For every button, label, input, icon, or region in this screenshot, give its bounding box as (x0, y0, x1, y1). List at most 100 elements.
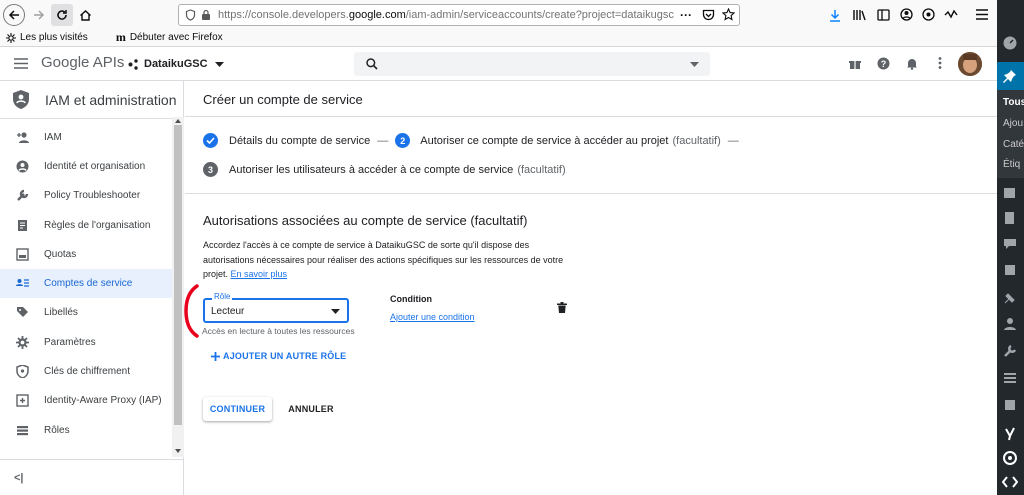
step-3[interactable]: 3 Autoriser les utilisateurs à accéder à… (203, 162, 566, 177)
add-role-label: AJOUTER UN AUTRE RÔLE (223, 351, 347, 361)
learn-more-link[interactable]: En savoir plus (231, 269, 288, 279)
page-actions-icon[interactable]: ··· (680, 8, 692, 22)
pin-icon (1003, 70, 1016, 83)
wp-posts-menu[interactable] (997, 62, 1024, 90)
svg-text:?: ? (881, 59, 887, 69)
gift-icon[interactable] (849, 58, 861, 70)
sidebar-item-comptes-de-service[interactable]: Comptes de service (0, 269, 172, 298)
sidebar-item-label: Policy Troubleshooter (44, 190, 141, 201)
library-icon[interactable] (853, 9, 867, 21)
sidebar-item-r-les[interactable]: Rôles (0, 416, 172, 445)
hamburger-menu-icon[interactable] (976, 9, 988, 20)
sidebar-item-label: Paramètres (44, 337, 96, 348)
cancel-button[interactable]: ANNULER (286, 397, 336, 421)
sidebar-item-libell-s[interactable]: Libellés (0, 298, 172, 327)
wp-settings-icon[interactable] (1002, 370, 1018, 386)
wp-tools-icon[interactable] (1002, 343, 1018, 359)
reload-icon (57, 10, 67, 20)
home-button[interactable] (74, 4, 96, 26)
bookmark-most-visited[interactable]: Les plus visités (6, 32, 102, 43)
pocket-icon[interactable] (702, 9, 715, 21)
continue-button[interactable]: CONTINUER (203, 397, 272, 421)
help-icon[interactable]: ? (877, 57, 890, 70)
wp-media-icon[interactable] (1002, 185, 1018, 201)
logo-google-text: Google (41, 54, 90, 71)
download-icon[interactable] (829, 9, 841, 22)
hamburger-menu-icon[interactable] (14, 58, 28, 69)
roles-icon (17, 426, 28, 436)
project-name: DataikuGSC (144, 58, 208, 70)
role-hint: Accès en lecture à toutes les ressources (202, 326, 355, 336)
wp-submenu-categories[interactable]: Caté (1003, 139, 1024, 150)
arrow-left-icon (8, 10, 19, 20)
wp-circle-icon[interactable] (1002, 450, 1018, 466)
nav-title: IAM et administration (45, 91, 177, 108)
sidebar-item-label: Rôles (44, 425, 70, 436)
wrench-icon (17, 189, 29, 201)
avatar[interactable] (958, 52, 982, 76)
collapse-nav-button[interactable]: <| (14, 472, 24, 484)
activity-icon[interactable] (944, 9, 958, 20)
back-button[interactable] (3, 4, 25, 26)
wp-submenu-all[interactable]: Tous (1003, 97, 1024, 108)
scroll-down-icon[interactable] (175, 449, 181, 453)
bookmark-getting-started[interactable]: m Débuter avec Firefox (116, 30, 237, 45)
sidebar-item-identity-aware-proxy-iap[interactable]: Identity-Aware Proxy (IAP) (0, 386, 172, 415)
notifications-icon[interactable] (906, 57, 918, 70)
sidebar-item-iam[interactable]: IAM (0, 123, 172, 152)
caret-down-icon (331, 309, 340, 314)
wp-users-icon[interactable] (1002, 316, 1018, 332)
step-3-number: 3 (203, 162, 218, 177)
iap-icon (16, 394, 29, 407)
wp-pages-icon[interactable] (1002, 210, 1018, 226)
sidebar-item-identit-et-organisation[interactable]: Identité et organisation (0, 152, 172, 181)
role-select[interactable]: Rôle Lecteur (203, 292, 349, 323)
star-icon[interactable] (722, 8, 735, 21)
wp-appearance-icon[interactable] (1002, 262, 1018, 278)
code-icon[interactable] (1002, 474, 1018, 490)
sidebar-item-label: Comptes de service (44, 278, 133, 289)
url-bar[interactable]: https://console.developers.google.com/ia… (178, 4, 740, 26)
sidebar-item-label: IAM (44, 132, 62, 143)
account-icon[interactable] (900, 8, 913, 21)
wp-submenu-add[interactable]: Ajou (1003, 118, 1023, 129)
add-role-button[interactable]: AJOUTER UN AUTRE RÔLE (211, 351, 346, 361)
project-selector[interactable]: DataikuGSC (128, 56, 224, 72)
extension-icon[interactable] (922, 8, 935, 21)
document-icon (18, 220, 27, 231)
step-1[interactable]: Détails du compte de service — 2 Autoris… (203, 133, 739, 148)
add-condition-link[interactable]: Ajouter une condition (390, 312, 475, 322)
wp-dashboard-icon[interactable] (1002, 35, 1018, 51)
yoast-icon[interactable] (1002, 426, 1018, 442)
search-bar[interactable] (354, 52, 710, 76)
scroll-up-icon[interactable] (175, 119, 181, 123)
security-shield-icon (13, 90, 29, 109)
wp-submenu-tags[interactable]: Étiq (1003, 159, 1020, 170)
shield-icon (16, 365, 29, 378)
wp-settings-2-icon[interactable] (1002, 397, 1018, 413)
forward-button[interactable] (28, 4, 50, 26)
bookmarks-bar: Les plus visités m Débuter avec Firefox (0, 29, 251, 46)
sidebar-item-cl-s-de-chiffrement[interactable]: Clés de chiffrement (0, 357, 172, 386)
sidebar-toggle-icon[interactable] (877, 9, 890, 21)
cancel-label: ANNULER (288, 404, 334, 414)
sidebar-item-r-gles-de-l-organisation[interactable]: Règles de l'organisation (0, 211, 172, 240)
wp-plugins-icon[interactable] (1002, 290, 1018, 306)
sidebar-item-param-tres[interactable]: Paramètres (0, 328, 172, 357)
lock-icon (201, 9, 211, 21)
condition-label: Condition (390, 294, 432, 304)
step-2-label: Autoriser ce compte de service à accéder… (420, 134, 669, 147)
sidebar-item-label: Quotas (44, 249, 77, 260)
step-1-label: Détails du compte de service (229, 134, 371, 147)
delete-icon[interactable] (557, 302, 567, 313)
nav-scrollbar-thumb[interactable] (174, 125, 182, 425)
caret-down-icon[interactable] (690, 62, 699, 67)
wp-comments-icon[interactable] (1002, 236, 1018, 252)
sidebar-item-policy-troubleshooter[interactable]: Policy Troubleshooter (0, 181, 172, 210)
reload-button[interactable] (51, 4, 73, 26)
google-apis-logo[interactable]: Google APIs (41, 54, 124, 71)
sidebar-item-label: Identity-Aware Proxy (IAP) (44, 395, 162, 406)
sidebar-item-quotas[interactable]: Quotas (0, 240, 172, 269)
more-vert-icon[interactable] (938, 57, 942, 69)
main-content: Créer un compte de service Détails du co… (185, 81, 997, 495)
